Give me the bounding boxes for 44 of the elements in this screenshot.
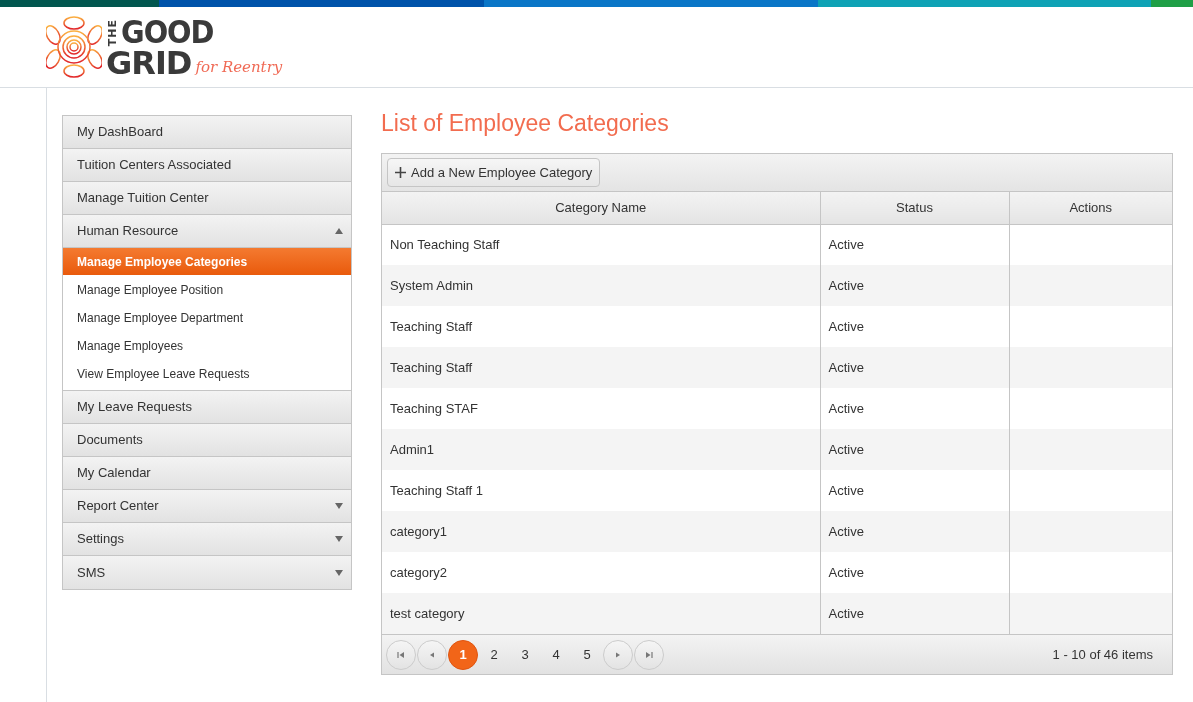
last-page-icon[interactable] <box>634 639 664 670</box>
column-header: Status <box>820 192 1009 225</box>
add-category-button[interactable]: Add a New Employee Category <box>387 157 601 188</box>
logo-text: GOOD <box>121 16 214 48</box>
sidebar-item[interactable]: Settings <box>63 523 351 556</box>
table-cell: Admin1 <box>382 429 820 471</box>
table-cell: Teaching Staff <box>382 347 820 389</box>
sidebar-subitem[interactable]: Manage Employees <box>63 332 351 360</box>
table-cell: Active <box>820 265 1009 307</box>
sidebar-subitem[interactable]: Manage Employee Position <box>63 276 351 304</box>
sidebar-item[interactable]: Documents <box>63 424 351 457</box>
table-cell: Active <box>820 511 1009 553</box>
sidebar-item[interactable]: Tuition Centers Associated <box>63 149 351 182</box>
logo-text: THE <box>106 19 119 47</box>
sidebar-subitem[interactable]: View Employee Leave Requests <box>63 360 351 388</box>
sidebar-item[interactable]: Report Center <box>63 490 351 523</box>
first-page-icon[interactable] <box>386 639 416 670</box>
page-title: List of Employee Categories <box>381 110 670 138</box>
table-cell: test category <box>382 593 820 635</box>
sidebar-item[interactable]: Human Resource <box>63 215 351 248</box>
plus-icon <box>395 166 406 178</box>
page-button[interactable]: 2 <box>479 639 509 670</box>
sidebar-item[interactable]: My Leave Requests <box>63 391 351 424</box>
table-cell: Active <box>820 429 1009 471</box>
table-cell: Active <box>820 593 1009 635</box>
next-page-icon[interactable] <box>603 639 633 670</box>
table-cell: System Admin <box>382 265 820 307</box>
sidebar-item[interactable]: SMS <box>63 556 351 589</box>
sidebar-item[interactable]: My Calendar <box>63 457 351 490</box>
table-cell: category1 <box>382 511 820 553</box>
sidebar-subitem[interactable]: Manage Employee Department <box>63 304 351 332</box>
logo-tagline: for Reentry <box>195 56 283 78</box>
previous-page-icon[interactable] <box>417 639 447 670</box>
column-header: Category Name <box>382 192 820 225</box>
table-cell: Active <box>820 347 1009 389</box>
sidebar-item[interactable]: My DashBoard <box>63 116 351 149</box>
sidebar-item[interactable]: Manage Tuition Center <box>63 182 351 215</box>
pager-summary: 1 - 10 of 46 items <box>1052 645 1154 664</box>
page-button[interactable]: 3 <box>510 639 540 670</box>
logo-text: GRID <box>106 48 192 78</box>
page-button[interactable]: 4 <box>541 639 571 670</box>
page-button[interactable]: 5 <box>572 639 602 670</box>
flower-logo-icon <box>46 15 102 79</box>
column-header: Actions <box>1009 192 1172 225</box>
